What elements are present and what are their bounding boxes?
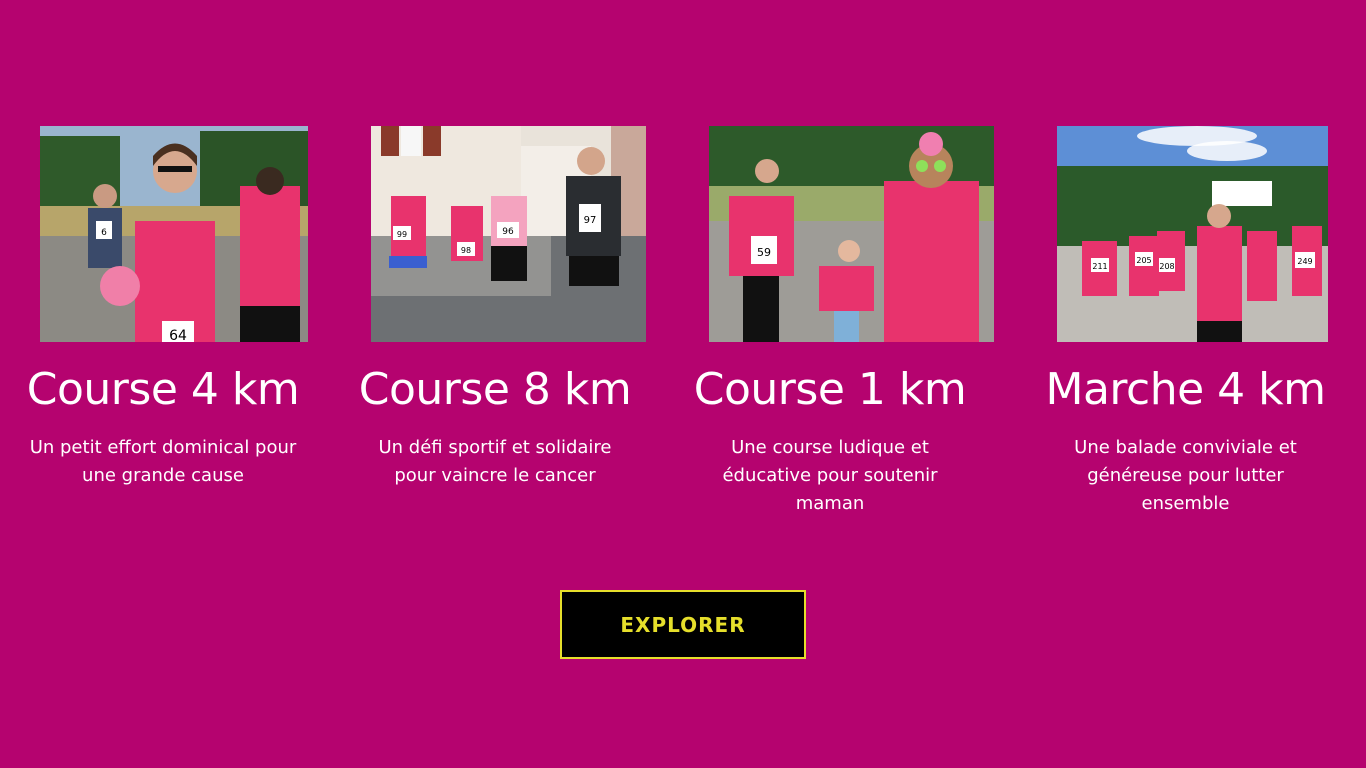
bib-number: 96 [502,227,514,237]
event-description: Un défi sportif et solidaire pour vaincr… [378,437,612,486]
event-card-marche-4km: 211 205 208 249 Marche 4 km Une balade c… [1005,126,1366,526]
bib-number: 249 [1297,257,1312,266]
bib-number: 99 [397,230,407,239]
event-card-course-8km: 99 98 96 97 Course 8 km Un défi sportif … [330,126,660,526]
event-description: Une balade conviviale et généreuse pour … [1074,437,1297,514]
event-title: Marche 4 km [1045,364,1326,415]
event-description: Un petit effort dominical pour une grand… [29,437,297,486]
bib-number: 64 [169,328,187,342]
event-photo: 99 98 96 97 [371,126,646,342]
event-photo: 6 64 [40,126,308,342]
event-title: Course 1 km [693,364,967,415]
explore-button[interactable]: EXPLORER [560,590,806,659]
bib-number: 98 [461,246,471,255]
bib-number: 97 [584,215,597,226]
bib-number: 205 [1136,256,1151,265]
event-title: Course 4 km [26,364,300,415]
event-photo: 211 205 208 249 [1057,126,1328,342]
bib-number: 59 [757,246,771,259]
event-description: Une course ludique et éducative pour sou… [722,437,938,514]
bib-number: 211 [1092,262,1107,271]
event-photo: 59 [709,126,994,342]
event-title: Course 8 km [358,364,632,415]
event-card-course-1km: 59 Course 1 km Une course ludique et édu… [665,126,995,526]
event-card-course-4km: 6 64 Course 4 km Un petit effort dominic… [0,126,326,526]
bib-number: 208 [1159,262,1174,271]
bib-number: 6 [101,228,107,238]
